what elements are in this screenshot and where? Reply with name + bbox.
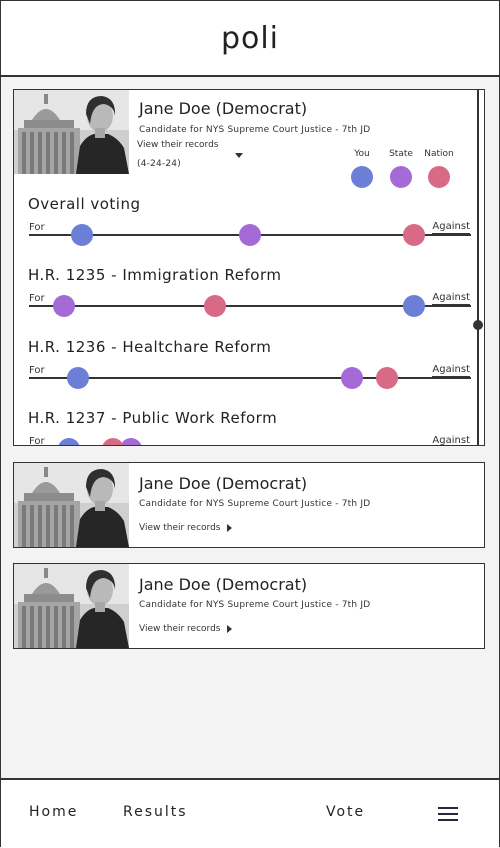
chevron-right-icon <box>226 524 232 532</box>
for-label: For <box>29 293 45 306</box>
chevron-down-icon[interactable] <box>235 153 243 158</box>
vote-dot-state <box>53 295 76 317</box>
candidate-card[interactable]: Jane Doe (Democrat) Candidate for NYS Su… <box>13 462 485 548</box>
vote-dot-you <box>66 367 89 389</box>
candidate-card[interactable]: Jane Doe (Democrat) Candidate for NYS Su… <box>13 563 485 649</box>
against-label: Against <box>432 435 470 446</box>
candidate-portrait-image <box>14 90 129 174</box>
candidate-photo <box>14 463 129 547</box>
vote-row-title: H.R. 1235 - Immigration Reform <box>28 266 282 284</box>
for-label: For <box>29 365 45 378</box>
nav-results[interactable]: Results <box>123 804 188 820</box>
vote-scale-line <box>29 377 471 379</box>
candidate-card-expanded[interactable]: Jane Doe (Democrat) Candidate for NYS Su… <box>13 89 485 446</box>
card-scrollbar-handle[interactable] <box>473 320 483 330</box>
candidate-photo <box>14 90 129 174</box>
card-scrollbar-track[interactable] <box>477 90 479 446</box>
vote-dot-nation <box>402 224 425 246</box>
candidate-portrait-image <box>14 564 129 648</box>
legend-state-dot <box>390 166 412 188</box>
view-records-link[interactable]: View their records <box>139 523 232 533</box>
candidate-name: Jane Doe (Democrat) <box>139 575 308 594</box>
for-label: For <box>29 436 45 445</box>
candidate-photo <box>14 564 129 648</box>
vote-dot-you <box>57 438 80 445</box>
view-records-label: View their records <box>139 523 221 533</box>
view-records-label: View their records <box>139 624 221 634</box>
for-label: For <box>29 222 45 235</box>
vote-dot-state <box>340 367 363 389</box>
vote-dot-you <box>71 224 94 246</box>
legend-nation-label: Nation <box>424 149 454 159</box>
candidate-portrait-image <box>14 463 129 547</box>
view-records-link[interactable]: View their records <box>137 140 219 150</box>
vote-dot-state <box>239 224 261 246</box>
vote-row-title: H.R. 1237 - Public Work Reform <box>28 409 278 427</box>
against-label: Against <box>432 292 470 305</box>
legend-you-dot <box>351 166 373 188</box>
view-records-link[interactable]: View their records <box>139 624 232 634</box>
app-header: poli <box>1 1 499 77</box>
vote-dot-nation <box>101 438 124 445</box>
candidate-subtitle: Candidate for NYS Supreme Court Justice … <box>139 600 371 610</box>
vote-row-title: Overall voting <box>28 195 141 213</box>
vote-dot-nation <box>203 295 226 317</box>
candidate-subtitle: Candidate for NYS Supreme Court Justice … <box>139 499 371 509</box>
vote-dot-nation <box>376 367 399 389</box>
legend-state-label: State <box>389 149 413 159</box>
candidate-name: Jane Doe (Democrat) <box>139 99 308 118</box>
candidate-name: Jane Doe (Democrat) <box>139 474 308 493</box>
candidate-subtitle: Candidate for NYS Supreme Court Justice … <box>139 125 371 135</box>
view-records-label: View their records <box>137 140 219 150</box>
nav-home[interactable]: Home <box>29 804 78 820</box>
legend-you-label: You <box>354 149 370 159</box>
legend-nation-dot <box>428 166 450 188</box>
against-label: Against <box>432 221 470 234</box>
vote-row-title: H.R. 1236 - Healtchare Reform <box>28 338 272 356</box>
against-label: Against <box>432 364 470 377</box>
vote-dot-you <box>402 295 425 317</box>
hamburger-menu-icon[interactable] <box>438 807 458 821</box>
nav-vote[interactable]: Vote <box>326 804 365 820</box>
bottom-nav: Home Results Vote <box>1 778 499 848</box>
chevron-right-icon <box>226 625 232 633</box>
app-title: poli <box>220 20 280 56</box>
records-date: (4-24-24) <box>137 159 181 169</box>
